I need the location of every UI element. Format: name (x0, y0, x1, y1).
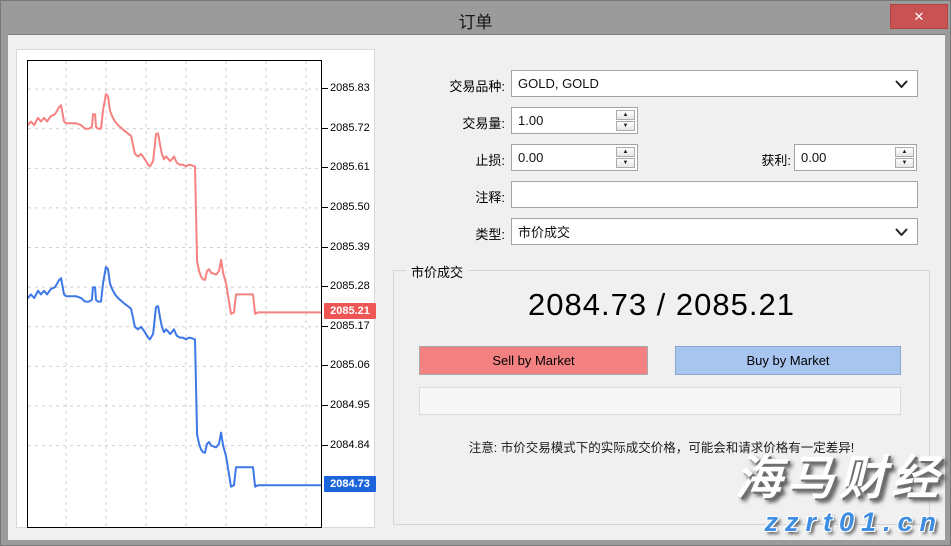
y-axis-tick-label: 2085.28 (330, 280, 370, 292)
take-profit-spin-up[interactable]: ▲ (895, 147, 914, 157)
y-axis-tick (322, 167, 328, 168)
market-execution-group: 市价成交 2084.73 / 2085.21 Sell by Market Bu… (393, 270, 930, 525)
execution-note: 注意: 市价交易模式下的实际成交价格，可能会和请求价格有一定差异! (394, 437, 929, 456)
take-profit-value: 0.00 (801, 150, 826, 165)
take-profit-spinner: ▲ ▼ (895, 147, 914, 168)
chevron-down-icon (895, 80, 908, 89)
bid-ask-quote: 2084.73 / 2085.21 (394, 287, 929, 323)
take-profit-spin-down[interactable]: ▼ (895, 158, 914, 168)
stop-loss-spin-up[interactable]: ▲ (616, 147, 635, 157)
y-axis-tick (322, 365, 328, 366)
comment-label: 注释: (395, 187, 505, 206)
y-axis-tick-label: 2084.84 (330, 439, 370, 451)
type-label: 类型: (395, 224, 505, 243)
execution-progress-box (419, 387, 901, 415)
y-axis-tick (322, 247, 328, 248)
sell-by-market-button[interactable]: Sell by Market (419, 346, 648, 375)
title-bar[interactable]: 订单 ✕ (1, 1, 950, 34)
order-type-select[interactable]: 市价成交 (511, 218, 918, 245)
volume-value: 1.00 (518, 113, 543, 128)
y-axis-tick (322, 326, 328, 327)
symbol-select[interactable]: GOLD, GOLD (511, 70, 918, 97)
stop-loss-spin-down[interactable]: ▼ (616, 158, 635, 168)
dialog-body: 2085.83 2085.72 2085.61 2085.50 2085.39 2085.… (8, 34, 945, 540)
price-chart-svg (28, 61, 321, 527)
buy-by-market-button[interactable]: Buy by Market (675, 346, 901, 375)
symbol-value: GOLD, GOLD (518, 76, 599, 91)
volume-spinner: ▲ ▼ (616, 110, 635, 131)
stop-loss-value: 0.00 (518, 150, 543, 165)
take-profit-field[interactable]: 0.00 ▲ ▼ (794, 144, 917, 171)
y-axis-tick-label: 2085.83 (330, 82, 370, 94)
stop-loss-spinner: ▲ ▼ (616, 147, 635, 168)
volume-spin-down[interactable]: ▼ (616, 121, 635, 131)
chevron-down-icon (895, 228, 908, 237)
volume-spin-up[interactable]: ▲ (616, 110, 635, 120)
close-icon: ✕ (914, 9, 925, 25)
bid-line (28, 267, 321, 487)
volume-label: 交易量: (395, 113, 505, 132)
take-profit-label: 获利: (681, 150, 791, 169)
dialog-title: 订单 (1, 8, 950, 33)
y-axis-tick (322, 207, 328, 208)
order-type-value: 市价成交 (518, 222, 570, 241)
close-button[interactable]: ✕ (890, 4, 948, 29)
y-axis-tick (322, 286, 328, 287)
y-axis-tick-label: 2085.50 (330, 201, 370, 213)
ask-line (28, 94, 321, 314)
sell-button-label: Sell by Market (492, 353, 574, 368)
stop-loss-label: 止损: (395, 150, 505, 169)
comment-field-wrap (511, 181, 918, 208)
y-axis-tick (322, 405, 328, 406)
group-title: 市价成交 (406, 262, 468, 281)
y-axis-tick (322, 88, 328, 89)
buy-button-label: Buy by Market (746, 353, 829, 368)
y-axis-tick (322, 445, 328, 446)
y-axis-tick (322, 128, 328, 129)
y-axis-tick-label: 2085.06 (330, 359, 370, 371)
ask-price-tag: 2085.21 (324, 303, 376, 319)
volume-field[interactable]: 1.00 ▲ ▼ (511, 107, 638, 134)
order-dialog-window: 订单 ✕ 2085.83 2085.72 2085.61 2085.50 2085.39… (0, 0, 951, 546)
comment-input[interactable] (518, 182, 917, 207)
y-axis-tick-label: 2085.61 (330, 161, 370, 173)
y-axis-tick-label: 2085.72 (330, 122, 370, 134)
tick-chart[interactable] (27, 60, 322, 528)
symbol-label: 交易品种: (395, 76, 505, 95)
y-axis-tick-label: 2085.39 (330, 241, 370, 253)
tick-chart-panel: 2085.83 2085.72 2085.61 2085.50 2085.39 2085.… (16, 49, 375, 528)
y-axis-tick-label: 2084.95 (330, 399, 370, 411)
bid-price-tag: 2084.73 (324, 476, 376, 492)
y-axis-tick-label: 2085.17 (330, 320, 370, 332)
stop-loss-field[interactable]: 0.00 ▲ ▼ (511, 144, 638, 171)
